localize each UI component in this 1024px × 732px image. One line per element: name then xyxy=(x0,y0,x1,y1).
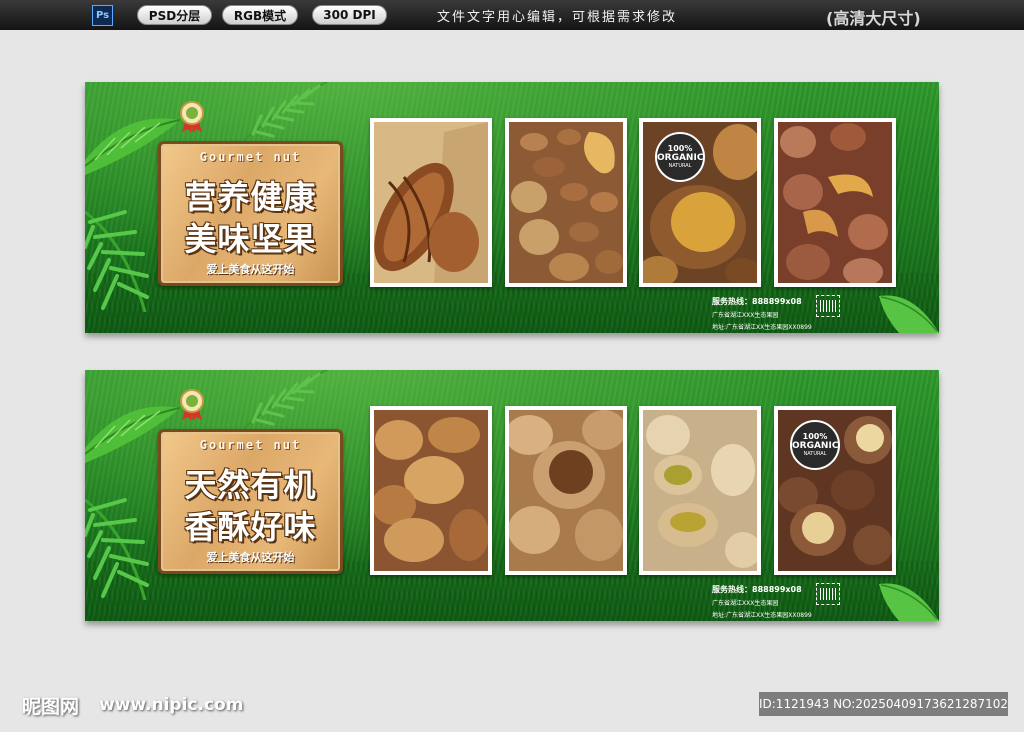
site-logo: 昵图网 xyxy=(22,696,80,718)
fern-leaf-icon xyxy=(243,370,329,430)
barcode-icon xyxy=(816,583,840,605)
award-medal-icon xyxy=(180,101,204,133)
orchard-name: 广东省湖江XXX生态果园 xyxy=(712,600,779,607)
headline-line-2: 香酥好味 xyxy=(184,508,317,546)
contact-info: 服务热线：888899x08 广东省湖江XXX生态果园 地址:广东省湖江XX生态… xyxy=(712,584,812,619)
banner-2: Gourmet nut 天然有机 香酥好味 爱上美食从这开始 100% ORGA… xyxy=(85,370,939,621)
site-url: www.nipic.com xyxy=(99,695,244,715)
board-subtitle: 爱上美食从这开始 xyxy=(206,551,295,564)
photoshop-icon: Ps xyxy=(92,5,113,26)
title-board: Gourmet nut 天然有机 香酥好味 爱上美食从这开始 xyxy=(158,429,343,574)
almond-walnut-cashew-photo xyxy=(505,118,627,287)
image-id-label: ID:1121943 NO:20250409173621287102 xyxy=(759,692,1008,716)
walnut-photo xyxy=(505,406,627,575)
orchard-address: 地址:广东省湖江XX生态果园XX0899 xyxy=(712,612,812,619)
edit-note: 文件文字用心编辑，可根据需求修改 xyxy=(437,10,678,25)
organic-badge: 100% ORGANIC NATURAL xyxy=(790,420,840,470)
fern-leaf-icon xyxy=(243,82,329,142)
service-hotline: 服务热线：888899x08 xyxy=(712,585,802,594)
badge-psd-layers: PSD分层 xyxy=(137,5,212,25)
award-medal-icon xyxy=(180,389,204,421)
chestnut-photo: 100% ORGANIC NATURAL xyxy=(639,118,761,287)
organic-badge: 100% ORGANIC NATURAL xyxy=(655,132,705,182)
cashew-photo xyxy=(774,118,896,287)
banner-1: Gourmet nut 营养健康 美味坚果 爱上美食从这开始 100% ORGA… xyxy=(85,82,939,333)
badge-rgb-mode: RGB模式 xyxy=(222,5,298,25)
service-hotline: 服务热线：888899x08 xyxy=(712,297,802,306)
corner-leaf-icon xyxy=(879,295,939,333)
board-english-title: Gourmet nut xyxy=(199,150,302,164)
badge-dpi: 300 DPI xyxy=(312,5,387,25)
orchard-name: 广东省湖江XXX生态果园 xyxy=(712,312,779,319)
title-board: Gourmet nut 营养健康 美味坚果 爱上美食从这开始 xyxy=(158,141,343,286)
barcode-icon xyxy=(816,295,840,317)
top-info-bar: Ps PSD分层 RGB模式 300 DPI 文件文字用心编辑，可根据需求修改 … xyxy=(0,0,1024,30)
orchard-address: 地址:广东省湖江XX生态果园XX0899 xyxy=(712,324,812,331)
board-subtitle: 爱上美食从这开始 xyxy=(206,263,295,276)
headline-line-1: 营养健康 xyxy=(184,178,317,216)
board-english-title: Gourmet nut xyxy=(199,438,302,452)
contact-info: 服务热线：888899x08 广东省湖江XXX生态果园 地址:广东省湖江XX生态… xyxy=(712,296,812,331)
corner-leaf-icon xyxy=(879,583,939,621)
palm-leaf-icon xyxy=(85,210,149,313)
almond-photo xyxy=(370,406,492,575)
pistachio-photo xyxy=(639,406,761,575)
palm-leaf-icon xyxy=(85,498,149,601)
macadamia-photo: 100% ORGANIC NATURAL xyxy=(774,406,896,575)
resolution-label: (高清大尺寸) xyxy=(826,9,921,28)
headline-line-1: 天然有机 xyxy=(184,466,317,504)
pecan-photo xyxy=(370,118,492,287)
headline-line-2: 美味坚果 xyxy=(184,220,317,258)
